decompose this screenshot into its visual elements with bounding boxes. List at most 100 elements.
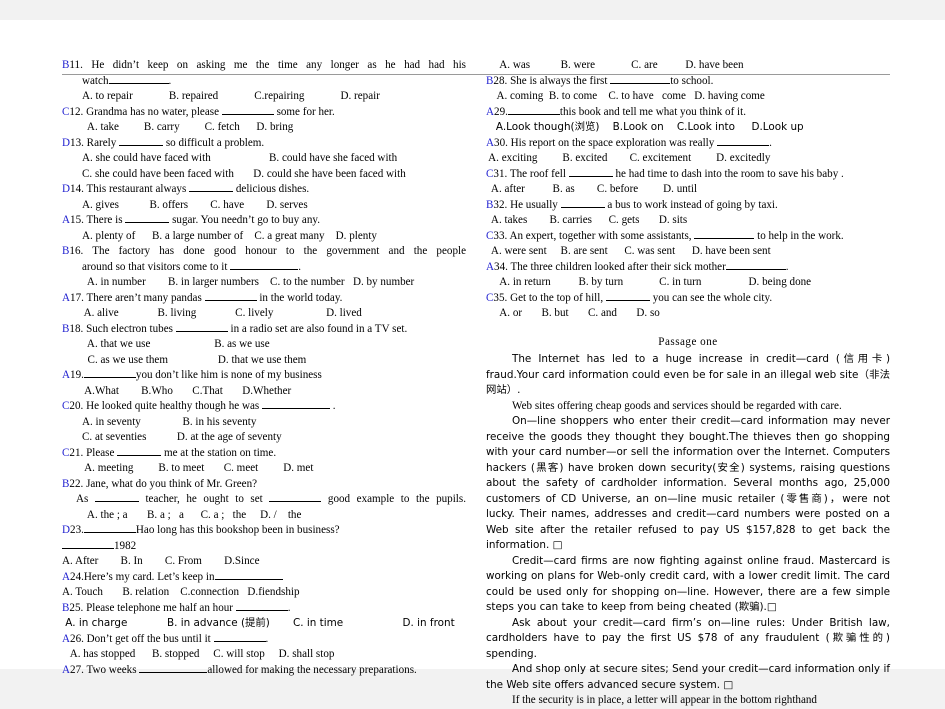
answer-blank[interactable] <box>694 237 755 239</box>
question-15: A15. There is sugar. You needn’t go to b… <box>62 213 466 244</box>
question-34-options[interactable]: A. in return B. by turn C. in turn D. be… <box>486 275 890 291</box>
answer-blank[interactable] <box>125 222 170 223</box>
answer-key-26: A <box>62 632 71 645</box>
question-23-options[interactable]: A. After B. In C. From D.Since <box>62 554 466 570</box>
question-28: B28. She is always the first to school. … <box>486 74 890 105</box>
question-25-stem: B25. Please telephone me half an hour . <box>62 601 291 614</box>
question-26-stem: A26. Don’t get off the bus until it . <box>62 632 269 645</box>
question-14-options[interactable]: A. gives B. offers C. have D. serves <box>62 198 466 214</box>
question-18-options-line1[interactable]: A. that we use B. as we use <box>62 337 466 353</box>
question-17-options[interactable]: A. alive B. living C. lively D. lived <box>62 306 466 322</box>
answer-blank[interactable] <box>94 501 139 502</box>
answer-blank[interactable] <box>62 547 114 549</box>
question-27-options-continuation: A. was B. were C. are D. have been <box>486 58 890 74</box>
answer-key-14: D <box>62 183 71 195</box>
answer-blank[interactable] <box>605 299 650 301</box>
question-32-options[interactable]: A. takes B. carries C. gets D. sits <box>486 213 890 229</box>
question-30-options[interactable]: A. exciting B. excited C. excitement D. … <box>486 151 890 167</box>
question-35-options[interactable]: A. or B. but C. and D. so <box>486 306 890 322</box>
question-33-options[interactable]: A. were sent B. are sent C. was sent D. … <box>486 244 890 260</box>
question-23-stem: D23. Hao long has this bookshop been in b… <box>62 524 340 536</box>
answer-key-19: A <box>62 369 71 381</box>
question-13-options-line1[interactable]: A. she could have faced with B. could ha… <box>62 151 466 167</box>
answer-blank[interactable] <box>117 454 162 456</box>
question-23: D23. Hao long has this bookshop been in b… <box>62 523 466 570</box>
answer-blank[interactable] <box>269 501 322 502</box>
question-28-stem: B28. She is always the first to school. <box>486 74 714 87</box>
question-11-stem-line2: watch. <box>82 74 172 87</box>
answer-key-27: A <box>62 663 71 676</box>
question-22: B22. Jane, what do you think of Mr. Gree… <box>62 477 466 524</box>
question-26-options[interactable]: A. has stopped B. stopped C. will stop D… <box>62 647 466 663</box>
question-20: C20. He looked quite healthy though he w… <box>62 399 466 446</box>
answer-blank[interactable] <box>230 268 299 270</box>
question-25: B25. Please telephone me half an hour . … <box>62 601 466 632</box>
question-30-stem: A30. His report on the space exploration… <box>486 136 772 149</box>
question-20-options-line1[interactable]: A. in seventy B. in his seventy <box>62 415 466 431</box>
passage-paragraph-1: The Internet has led to a huge increase … <box>486 353 890 396</box>
question-27-options[interactable]: A. was B. were C. are D. have been <box>486 58 890 74</box>
answer-blank[interactable] <box>262 408 330 409</box>
question-15-stem: A15. There is sugar. You needn’t go to b… <box>62 214 320 226</box>
question-35-stem: C35. Get to the top of hill, you can see… <box>486 291 773 304</box>
question-12-options[interactable]: A. take B. carry C. fetch D. bring <box>62 120 466 136</box>
answer-blank[interactable] <box>204 299 257 301</box>
question-13: D13. Rarely so difficult a problem. A. s… <box>62 136 466 183</box>
answer-key-29: A <box>486 105 495 118</box>
question-21-options[interactable]: A. meeting B. to meet C. meet D. met <box>62 461 466 477</box>
answer-blank[interactable] <box>83 532 136 533</box>
answer-blank[interactable] <box>560 206 605 208</box>
question-20-options-line2[interactable]: C. at seventies D. at the age of seventy <box>62 430 466 446</box>
question-23-stem-line2: 1982 <box>62 539 466 555</box>
answer-blank[interactable] <box>213 640 266 642</box>
question-16-stem: B16. The factory has done good honour to… <box>62 245 466 257</box>
answer-blank[interactable] <box>139 671 208 673</box>
question-34: A34. The three children looked after the… <box>486 260 890 291</box>
question-15-options[interactable]: A. plenty of B. a large number of C. a g… <box>62 229 466 245</box>
answer-blank[interactable] <box>568 175 613 177</box>
question-22-stem: B22. Jane, what do you think of Mr. Gree… <box>62 477 258 490</box>
question-11-stem: B11. He didn’t keep on asking me the tim… <box>62 59 466 71</box>
question-22-options[interactable]: A. the ; a B. a ; a C. a ; the D. / the <box>62 508 466 524</box>
answer-key-34: A <box>486 260 495 273</box>
answer-blank[interactable] <box>189 191 234 192</box>
question-28-options[interactable]: A. coming B. to come C. to have come D. … <box>486 89 890 105</box>
passage-title: Passage one <box>658 335 718 348</box>
answer-blank[interactable] <box>214 578 283 580</box>
question-17: A17. There aren’t many pandas in the wor… <box>62 291 466 322</box>
answer-key-15: A <box>62 214 71 226</box>
answer-blank[interactable] <box>119 144 164 146</box>
question-24-options[interactable]: A. Touch B. relation C.connection D.fien… <box>62 585 466 601</box>
question-13-stem: D13. Rarely so difficult a problem. <box>62 136 265 149</box>
question-19-options[interactable]: A.What B.Who C.That D.Whether <box>62 384 466 400</box>
question-18-options-line2[interactable]: C. as we use them D. that we use them <box>62 353 466 369</box>
question-26: A26. Don’t get off the bus until it . A.… <box>62 632 466 663</box>
answer-blank[interactable] <box>83 377 136 378</box>
answer-key-23: D <box>62 524 71 536</box>
question-27-stem: A27. Two weeks allowed for making the ne… <box>62 663 417 676</box>
answer-blank[interactable] <box>175 330 228 332</box>
question-11-options[interactable]: A. to repair B. repaired C.repairing D. … <box>62 89 466 105</box>
right-column: A. was B. were C. are D. have been B28. … <box>486 58 890 709</box>
answer-blank[interactable] <box>221 113 274 115</box>
question-13-options-line2[interactable]: C. she could have been faced with D. cou… <box>62 167 466 183</box>
question-14-stem: D14. This restaurant always delicious di… <box>62 183 310 195</box>
question-16-stem-line2: around so that visitors come to it . <box>82 260 301 273</box>
question-16-options[interactable]: A. in number B. in larger numbers C. to … <box>62 275 466 291</box>
question-12-stem: C12. Grandma has no water, please some f… <box>62 105 335 118</box>
answer-blank[interactable] <box>725 268 786 270</box>
question-31-options[interactable]: A. after B. as C. before D. until <box>486 182 890 198</box>
question-16: B16. The factory has done good honour to… <box>62 244 466 291</box>
question-31: C31. The roof fell he had time to dash i… <box>486 167 890 198</box>
answer-blank[interactable] <box>507 113 560 115</box>
answer-blank[interactable] <box>717 144 770 146</box>
question-32: B32. He usually a bus to work instead of… <box>486 198 890 229</box>
question-29-options[interactable]: A.Look though(浏览) B.Look on C.Look into … <box>486 120 890 136</box>
answer-blank[interactable] <box>108 82 169 84</box>
question-25-options[interactable]: A. in charge B. in advance (提前) C. in ti… <box>62 616 466 632</box>
passage-paragraph-3: On—line shoppers who enter their credit—… <box>486 415 890 551</box>
question-24-stem: A24.Here’s my card. Let’s keep in <box>62 570 466 586</box>
answer-blank[interactable] <box>610 82 671 84</box>
answer-key-17: A <box>62 291 71 304</box>
answer-blank[interactable] <box>235 609 288 611</box>
